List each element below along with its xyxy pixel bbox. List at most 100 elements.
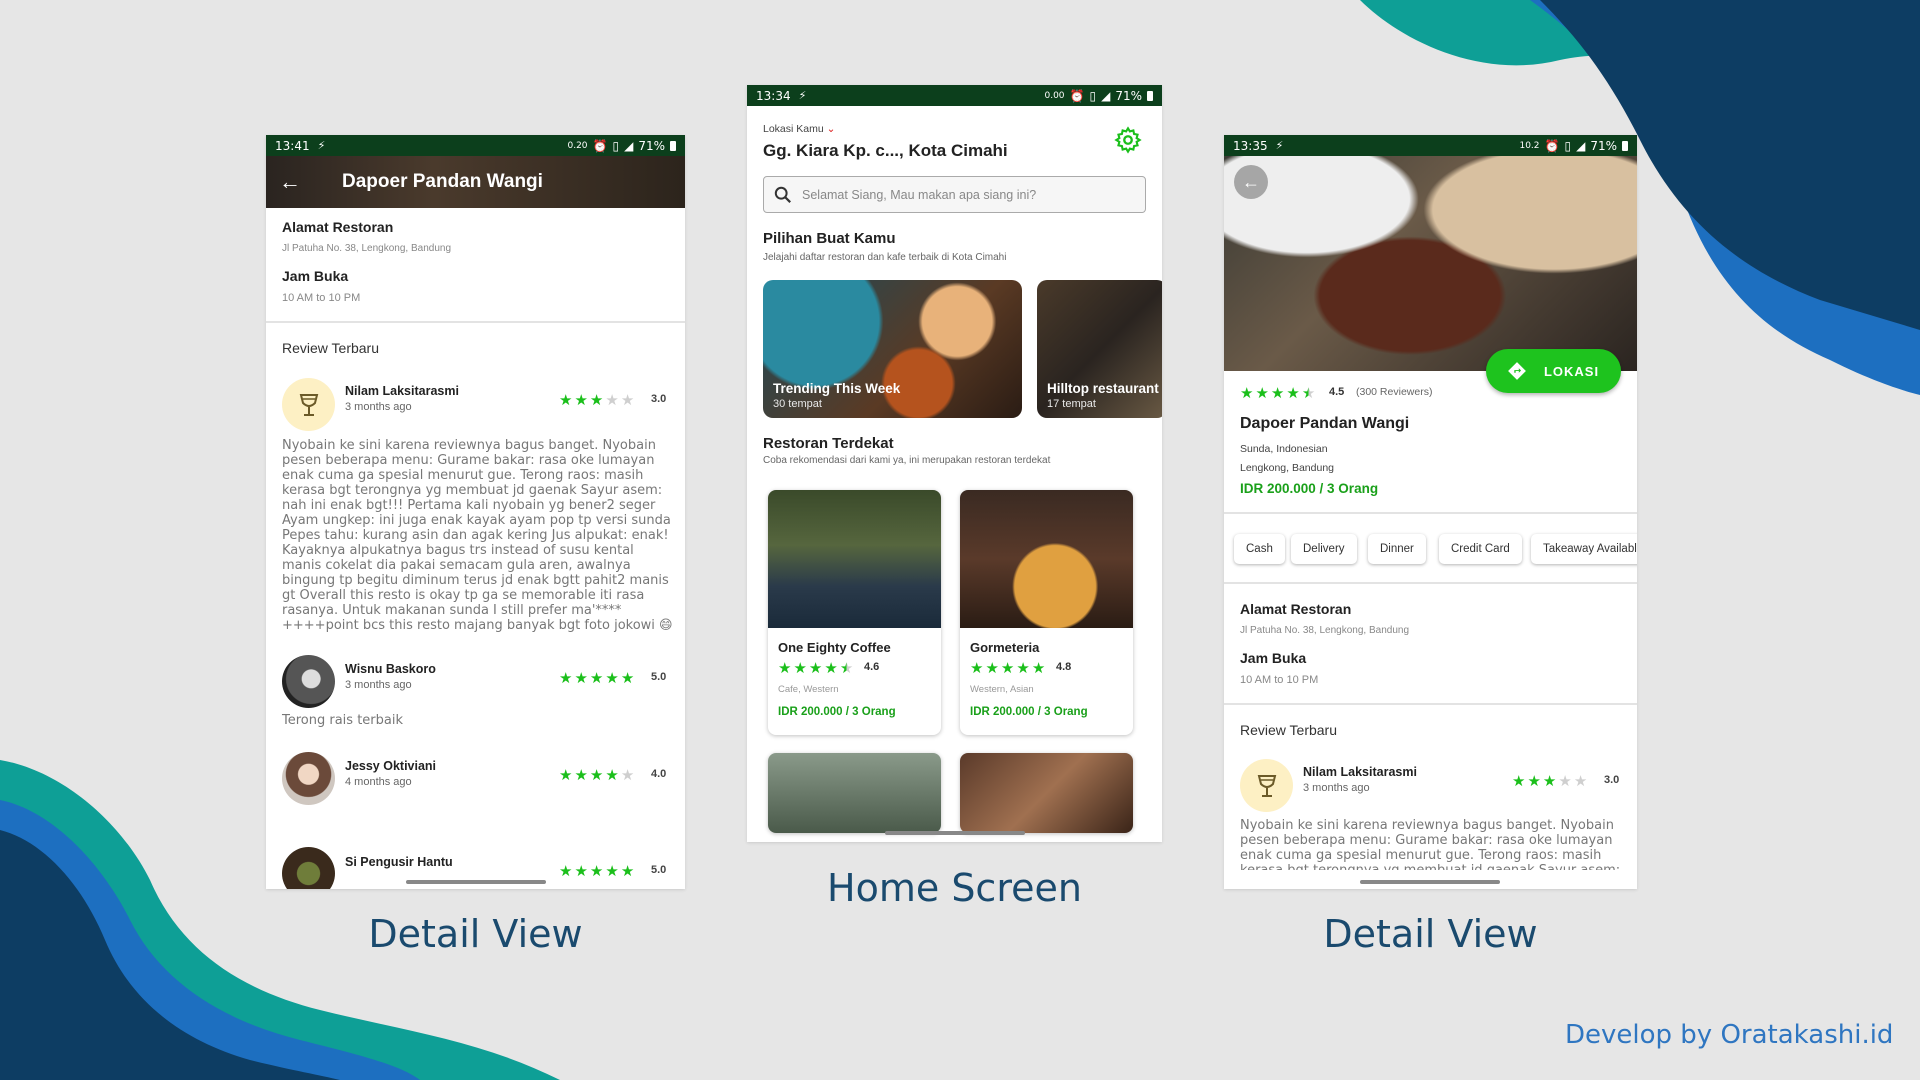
home-indicator[interactable] [1360,880,1500,884]
no-signal-icon: ⚡ [1275,139,1284,152]
home-indicator[interactable] [406,880,546,884]
star-icon: ★ [839,659,854,677]
address-text: Jl Patuha No. 38, Lengkong, Bandung [1240,625,1410,636]
collection-title: Trending This Week [773,381,901,396]
caption-middle: Home Screen [827,866,1082,910]
address-heading: Alamat Restoran [1240,601,1352,617]
network-speed: 0.00 [1044,90,1065,101]
battery-percent: 71% [1590,138,1617,153]
star-icon: ★ [605,766,619,784]
no-signal-icon: ⚡ [317,139,326,152]
restaurant-price: IDR 200.000 / 3 Orang [778,706,896,718]
hours-heading: Jam Buka [282,268,349,284]
restaurant-photo [960,753,1133,833]
directions-icon [1508,362,1526,380]
star-rating: ★ ★ ★ ★ ★ [970,661,1045,676]
star-icon: ★ [620,766,635,784]
back-arrow-icon[interactable]: ← [266,169,314,195]
current-location[interactable]: Gg. Kiara Kp. c..., Kota Cimahi [763,141,1008,161]
star-icon: ★ [793,659,807,677]
star-icon: ★ [589,766,604,784]
review-time: 3 months ago [1303,782,1370,794]
reviewer-name: Si Pengusir Hantu [345,855,453,869]
rating-value: 4.5 [1329,386,1345,398]
star-icon: ★ [1031,659,1046,677]
star-icon: ★ [1255,384,1269,402]
rating-value: 3.0 [651,393,667,405]
address-text: Jl Patuha No. 38, Lengkong, Bandung [282,243,452,254]
star-icon: ★ [620,391,635,409]
star-icon: ★ [1573,772,1588,790]
search-icon [774,186,791,203]
hours-text: 10 AM to 10 PM [1240,674,1319,686]
chip-credit-card[interactable]: Credit Card [1439,534,1522,564]
collection-card[interactable]: Hilltop restaurant 17 tempat [1037,280,1162,418]
star-rating: ★ ★ ★ ★ ★ [559,671,634,686]
star-rating: ★ ★ ★ ★ ★ [778,661,853,676]
network-speed: 0.20 [567,140,588,151]
star-icon: ★ [605,862,619,880]
status-bar: 13:34 ⚡ 0.00 ⏰ ▯ ◢ 71% [747,85,1162,106]
caption-right: Detail View [1323,912,1538,956]
battery-icon [1147,90,1153,101]
alarm-icon: ⏰ [592,138,608,153]
home-screen: 13:34 ⚡ 0.00 ⏰ ▯ ◢ 71% Lokasi Kamu ⌄ Gg.… [747,85,1162,842]
back-arrow-icon[interactable]: ← [1234,165,1268,199]
wine-glass-icon [299,393,318,416]
location-label-text: Lokasi Kamu [763,123,824,135]
hours-heading: Jam Buka [1240,650,1307,666]
star-icon: ★ [1016,659,1030,677]
review-text: Terong rais terbaik [282,713,403,728]
cuisine-text: Sunda, Indonesian [1240,443,1328,455]
star-icon: ★ [1240,384,1254,402]
hours-text: 10 AM to 10 PM [282,292,361,304]
star-icon: ★ [1512,772,1526,790]
restaurant-name: Gormeteria [970,640,1040,655]
alarm-icon: ⏰ [1069,88,1085,103]
restaurant-photo [960,490,1133,628]
star-rating: ★ ★ ★ ★ ★ [559,768,634,783]
restaurant-card[interactable]: Gormeteria ★ ★ ★ ★ ★ 4.8 Western, Asian IDR … [960,490,1133,735]
chip-dinner[interactable]: Dinner [1368,534,1426,564]
star-icon: ★ [605,391,619,409]
review-text: Nyobain ke sini karena reviewnya bagus b… [1240,818,1620,870]
gear-icon[interactable] [1114,126,1142,154]
star-icon: ★ [985,659,999,677]
collection-card[interactable]: Trending This Week 30 tempat [763,280,1022,418]
battery-percent: 71% [638,138,665,153]
home-indicator[interactable] [885,831,1025,835]
star-icon: ★ [574,862,588,880]
star-icon: ★ [1270,384,1285,402]
chip-delivery[interactable]: Delivery [1291,534,1357,564]
chip-cash[interactable]: Cash [1234,534,1285,564]
page-title: Dapoer Pandan Wangi [342,171,543,192]
restaurant-hero-photo [1224,156,1637,371]
rating-value: 3.0 [1604,774,1620,786]
restaurant-name: One Eighty Coffee [778,640,891,655]
star-icon: ★ [559,669,573,687]
search-input[interactable]: Selamat Siang, Mau makan apa siang ini? [763,176,1146,213]
star-icon: ★ [1286,384,1300,402]
developer-credit: Develop by Oratakashi.id [1565,1020,1894,1050]
restaurant-category: Western, Asian [970,684,1034,695]
restaurant-card[interactable] [960,753,1133,833]
rating-value: 5.0 [651,671,667,683]
signal-icon: ◢ [1101,88,1111,103]
avatar [282,655,335,708]
status-time: 13:41 [275,138,310,153]
star-icon: ★ [589,669,604,687]
star-icon: ★ [620,669,635,687]
star-icon: ★ [808,659,823,677]
detail-view-left: 13:41 ⚡ 0.20 ⏰ ▯ ◢ 71% ← Dapoer Pandan W… [266,135,685,889]
star-icon: ★ [778,659,792,677]
price-text: IDR 200.000 / 3 Orang [1240,481,1379,496]
avatar [282,847,335,889]
restaurant-category: Cafe, Western [778,684,839,695]
location-label[interactable]: Lokasi Kamu ⌄ [763,123,835,135]
chip-takeaway[interactable]: Takeaway Available [1531,534,1637,564]
lokasi-button[interactable]: LOKASI [1486,349,1621,393]
signal-icon: ◢ [1576,138,1586,153]
restaurant-card[interactable] [768,753,941,833]
star-icon: ★ [620,862,635,880]
restaurant-card[interactable]: One Eighty Coffee ★ ★ ★ ★ ★ 4.6 Cafe, Wester… [768,490,941,735]
